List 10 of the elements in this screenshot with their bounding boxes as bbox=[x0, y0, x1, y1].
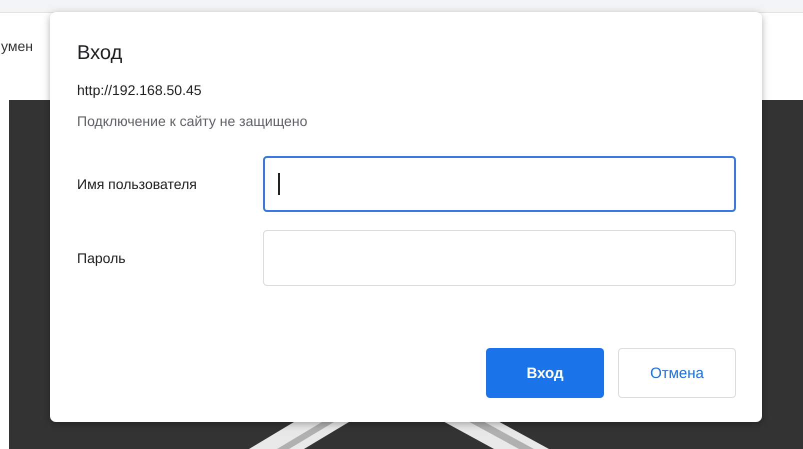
tab-label: умен bbox=[1, 38, 33, 54]
text-cursor-icon bbox=[278, 173, 280, 195]
dialog-title: Вход bbox=[77, 42, 124, 65]
cancel-button[interactable]: Отмена bbox=[618, 348, 736, 398]
security-notice: Подключение к сайту не защищено bbox=[77, 113, 308, 129]
site-url: http://192.168.50.45 bbox=[77, 82, 203, 98]
input-field[interactable] bbox=[263, 156, 736, 212]
field-label: Имя пользователя bbox=[77, 176, 198, 192]
sign-in-button[interactable]: Вход bbox=[486, 348, 604, 398]
field-label: Пароль bbox=[77, 250, 127, 266]
